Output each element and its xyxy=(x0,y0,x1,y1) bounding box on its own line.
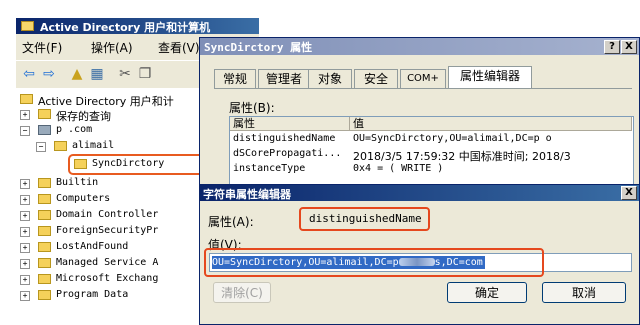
tab-general[interactable]: 常规 xyxy=(214,69,256,88)
folder-icon xyxy=(38,210,51,220)
ou-folder-icon xyxy=(54,141,67,151)
expand-plus-icon[interactable]: + xyxy=(20,259,30,269)
forward-arrow-icon[interactable]: ⇨ xyxy=(40,65,58,83)
properties-dialog: SyncDirctory 属性 ? X 常规 管理者 对象 安全 COM+ 属性… xyxy=(199,37,640,188)
expand-plus-icon[interactable]: + xyxy=(20,179,30,189)
expand-plus-icon[interactable]: + xyxy=(20,211,30,221)
tab-object[interactable]: 对象 xyxy=(308,69,352,88)
console-tree-icon[interactable]: ▦ xyxy=(88,65,106,83)
clear-button[interactable]: 清除(C) xyxy=(213,282,271,303)
folder-icon xyxy=(38,178,51,188)
tree-child-label: Domain Controller xyxy=(56,209,159,220)
expand-plus-icon[interactable]: + xyxy=(20,291,30,301)
cut-icon[interactable]: ✂ xyxy=(116,65,134,83)
menu-view[interactable]: 查看(V) xyxy=(158,39,200,56)
properties-titlebar: SyncDirctory 属性 ? X xyxy=(200,38,639,55)
back-arrow-icon[interactable]: ⇦ xyxy=(20,65,38,83)
tree-child-label: Builtin xyxy=(56,177,99,188)
tree-child-label: LostAndFound xyxy=(56,241,129,252)
collapse-minus-icon[interactable]: − xyxy=(20,126,30,136)
folder-icon xyxy=(38,226,51,236)
attribute-name: distinguishedName xyxy=(309,212,422,225)
expand-plus-icon[interactable]: + xyxy=(20,243,30,253)
tab-com[interactable]: COM+ xyxy=(400,69,446,88)
expand-plus-icon[interactable]: + xyxy=(20,227,30,237)
tab-divider xyxy=(214,88,632,89)
tree-child-label: ForeignSecurityPr xyxy=(56,225,159,236)
editor-titlebar: 字符串属性编辑器 X xyxy=(200,185,639,201)
attribute-label: 属性(A): xyxy=(208,215,254,229)
help-button[interactable]: ? xyxy=(604,40,620,54)
tree-saved-label: 保存的查询 xyxy=(56,110,111,123)
expand-plus-icon[interactable]: + xyxy=(20,275,30,285)
copy-icon[interactable]: ❐ xyxy=(136,65,154,83)
expand-plus-icon[interactable]: + xyxy=(20,195,30,205)
folder-icon xyxy=(38,290,51,300)
row-value: OU=SyncDirctory,OU=alimail,DC=p o xyxy=(353,133,552,144)
tree-domain-label: p .com xyxy=(56,124,93,135)
mmc-titlebar: Active Directory 用户和计算机 xyxy=(16,18,259,34)
tree-selected-label: SyncDirctory xyxy=(92,158,165,169)
ad-root-icon xyxy=(20,94,33,104)
editor-close-button[interactable]: X xyxy=(621,186,637,200)
collapse-minus-icon[interactable]: − xyxy=(36,142,46,152)
value-highlight xyxy=(204,248,544,277)
up-folder-icon[interactable]: ▲ xyxy=(68,65,86,83)
tree-child-label: Computers xyxy=(56,193,111,204)
folder-icon xyxy=(38,194,51,204)
attributes-list[interactable]: 属性 值 distinguishedName OU=SyncDirctory,O… xyxy=(229,116,634,188)
ou-folder-icon xyxy=(74,159,87,169)
table-row[interactable]: dSCorePropagati... 2018/3/5 17:59:32 中国标… xyxy=(230,147,631,163)
ok-button[interactable]: 确定 xyxy=(447,282,527,303)
table-row[interactable]: distinguishedName OU=SyncDirctory,OU=ali… xyxy=(230,132,631,146)
properties-title: SyncDirctory 属性 xyxy=(204,41,313,54)
tree-root-label: Active Directory 用户和计 xyxy=(38,95,174,108)
attributes-label: 属性(B): xyxy=(229,101,275,115)
tree-child-label: Managed Service A xyxy=(56,257,159,268)
tab-attribute-editor[interactable]: 属性编辑器 xyxy=(448,66,532,89)
close-button[interactable]: X xyxy=(621,40,637,54)
menu-action[interactable]: 操作(A) xyxy=(91,39,133,56)
folder-icon xyxy=(38,242,51,252)
tree-child-label: Microsoft Exchang xyxy=(56,273,159,284)
editor-title: 字符串属性编辑器 xyxy=(203,188,291,201)
domain-icon xyxy=(38,125,51,135)
row-attr: distinguishedName xyxy=(233,133,336,144)
tab-managed-by[interactable]: 管理者 xyxy=(258,69,310,88)
row-value: 0x4 = ( WRITE ) xyxy=(353,163,444,174)
tree-child-label: Program Data xyxy=(56,289,129,300)
ad-folder-icon xyxy=(21,21,34,31)
folder-icon xyxy=(38,109,51,119)
row-attr: instanceType xyxy=(233,163,306,174)
menu-file[interactable]: 文件(F) xyxy=(22,39,62,56)
tree-ou-label: alimail xyxy=(72,140,115,151)
tab-security[interactable]: 安全 xyxy=(354,69,398,88)
string-attribute-editor: 字符串属性编辑器 X 属性(A): distinguishedName 值(V)… xyxy=(199,184,640,325)
row-attr: dSCorePropagati... xyxy=(233,148,342,159)
mmc-title: Active Directory 用户和计算机 xyxy=(40,21,211,34)
expand-plus-icon[interactable]: + xyxy=(20,110,30,120)
column-attribute[interactable]: 属性 xyxy=(230,117,350,131)
folder-icon xyxy=(38,274,51,284)
cancel-button[interactable]: 取消 xyxy=(542,282,626,303)
column-value[interactable]: 值 xyxy=(350,117,632,131)
tree-selected-syncdirctory[interactable]: SyncDirctory xyxy=(68,154,206,175)
folder-icon xyxy=(38,258,51,268)
table-row[interactable]: instanceType 0x4 = ( WRITE ) xyxy=(230,162,631,176)
